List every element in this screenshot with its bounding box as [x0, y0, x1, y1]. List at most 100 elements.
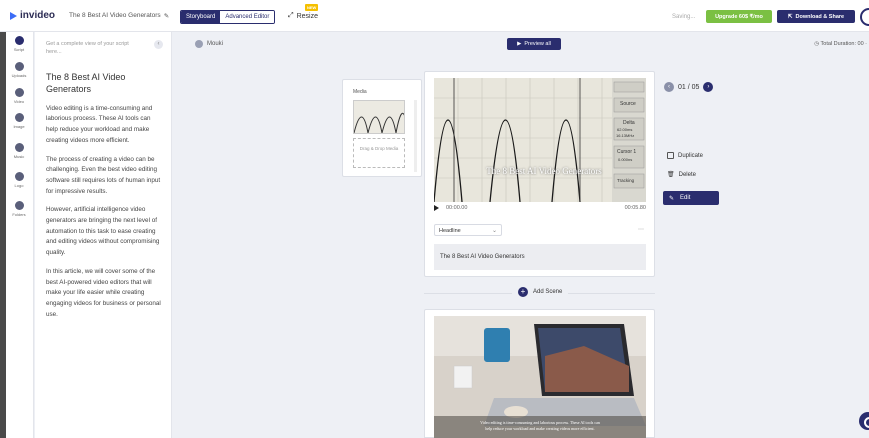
video-icon — [14, 88, 24, 97]
scope-cursor-label: Cursor 1 — [617, 149, 637, 155]
collapse-panel-icon[interactable]: ‹ — [154, 40, 163, 49]
time-total: 00:05.80 — [624, 205, 646, 211]
new-badge: NEW — [305, 4, 319, 11]
time-current: 00:00.00 — [446, 205, 468, 211]
script-icon — [14, 36, 24, 45]
scene-1-caption-field[interactable]: The 8 Best AI Video Generators — [434, 244, 646, 270]
add-scene-divider: + Add Scene — [424, 287, 655, 299]
prev-scene-icon[interactable]: ‹ — [664, 82, 674, 92]
storyboard-tab[interactable]: Storyboard — [181, 11, 221, 23]
chat-support-icon[interactable] — [859, 412, 869, 430]
rail-item-label: Folders — [12, 212, 26, 217]
scene-2-video[interactable]: Video editing is time-consuming and labo… — [434, 316, 646, 438]
download-share-button[interactable]: ⇱ Download & Share — [777, 10, 855, 23]
document-title-text: The 8 Best AI Video Generators — [69, 12, 161, 19]
rail-item-label: Logo — [14, 183, 24, 188]
script-title[interactable]: The 8 Best AI Video Generators — [46, 71, 156, 96]
upgrade-button[interactable]: Upgrade 60$ ₹/mo — [706, 10, 772, 23]
next-scene-icon[interactable]: › — [703, 82, 714, 92]
scene-1-video[interactable]: Source Delta 62.00ms 16.13MHz Cursor 1 0… — [434, 78, 646, 202]
text-style-value: Headline — [439, 228, 461, 234]
pencil-icon[interactable]: ✎ — [164, 12, 169, 20]
media-drop-zone[interactable]: Drag & Drop Media — [353, 138, 405, 168]
preview-all-label: Preview all — [524, 41, 551, 47]
chevron-down-icon: ⌄ — [491, 228, 497, 234]
total-duration: ◷ Total Duration: 00 · — [814, 41, 867, 47]
rail-item-uploads[interactable]: Uploads — [9, 62, 29, 78]
media-label: Media — [353, 89, 367, 95]
script-paragraph[interactable]: Video editing is a time-consuming and la… — [46, 104, 164, 147]
more-options-icon[interactable]: ⋯ — [638, 226, 644, 233]
scene-1-overlay-text: The 8 Best AI Video Generators — [486, 166, 602, 176]
scope-delta-label: Delta — [623, 120, 635, 126]
logo-icon — [14, 172, 24, 181]
scene-card-1[interactable]: Source Delta 62.00ms 16.13MHz Cursor 1 0… — [424, 71, 655, 277]
play-icon: ▶ — [517, 41, 522, 47]
total-duration-label: Total Duration: 00 · — [820, 41, 867, 47]
scene-counter: 01 / 05 — [678, 83, 700, 91]
upload-icon — [14, 62, 24, 71]
scene-media-panel: Media Drag & Drop Media — [342, 79, 422, 177]
image-icon — [14, 113, 24, 122]
scene-2-caption-line-1: Video editing is time-consuming and labo… — [480, 420, 600, 425]
music-icon — [14, 143, 24, 152]
resize-button[interactable]: ⤢ Resize — [288, 12, 318, 20]
script-hint: Get a complete view of your script here.… — [46, 41, 129, 56]
logo-text: invideo — [20, 10, 56, 21]
scene-2-caption-line-2: help reduce your workload and make creat… — [485, 426, 595, 431]
download-share-label: Download & Share — [795, 13, 845, 20]
editor-mode-toggle: Storyboard Advanced Editor — [180, 10, 276, 24]
script-paragraph[interactable]: In this article, we will cover some of t… — [46, 267, 164, 321]
edit-button[interactable]: ✎ Edit — [663, 191, 719, 205]
rail-item-image[interactable]: Image — [9, 113, 29, 129]
delete-button[interactable]: 🗑 Delete — [667, 171, 696, 179]
oscilloscope-image — [434, 78, 646, 202]
edit-icon: ✎ — [669, 195, 675, 202]
scope-delta-value-1: 62.00ms — [617, 127, 633, 132]
rail-item-video[interactable]: Video — [9, 88, 29, 104]
text-style-select[interactable]: Headline ⌄ — [434, 224, 502, 236]
rail-item-logo[interactable]: Logo — [9, 172, 29, 188]
rail-edge — [0, 32, 6, 438]
voice-icon — [195, 40, 203, 48]
scope-source-label: Source — [620, 101, 636, 107]
resize-label: Resize — [296, 12, 319, 20]
scope-delta-value-2: 16.13MHz — [616, 133, 635, 138]
rail-item-label: Script — [13, 47, 25, 52]
duplicate-icon — [667, 152, 674, 159]
folder-icon — [14, 201, 24, 210]
document-title[interactable]: The 8 Best AI Video Generators ✎ — [69, 12, 169, 20]
advanced-editor-tab[interactable]: Advanced Editor — [220, 11, 275, 23]
duplicate-button[interactable]: Duplicate — [667, 152, 703, 159]
share-icon: ⇱ — [787, 13, 793, 20]
media-thumbnail[interactable] — [353, 100, 405, 134]
voice-selector[interactable]: Mouki — [195, 40, 223, 48]
script-paragraph[interactable]: The process of creating a video can be c… — [46, 155, 164, 198]
scope-tracking-label: Tracking — [617, 178, 635, 183]
preview-all-button[interactable]: ▶ Preview all — [507, 38, 561, 50]
rail-item-label: Video — [13, 99, 25, 104]
app-logo[interactable]: invideo — [10, 10, 55, 21]
logo-play-icon — [10, 11, 17, 20]
scene-card-2[interactable]: Video editing is time-consuming and labo… — [424, 309, 655, 438]
add-scene-button[interactable]: + Add Scene — [512, 287, 569, 297]
rail-item-music[interactable]: Music — [9, 143, 29, 159]
rail-item-label: Uploads — [11, 73, 27, 78]
clock-icon: ◷ — [814, 41, 820, 47]
rail-item-script[interactable]: Script — [9, 36, 29, 52]
media-scrollbar[interactable] — [414, 100, 417, 172]
scene-1-player: 00:00.00 00:05.80 — [434, 204, 646, 214]
text-style-row: Headline ⌄ ⋯ — [434, 224, 646, 238]
script-paragraph[interactable]: However, artificial intelligence video g… — [46, 205, 164, 259]
rail-item-folders[interactable]: Folders — [9, 201, 29, 217]
duplicate-label: Duplicate — [678, 152, 704, 159]
saving-status: Saving... — [672, 14, 696, 20]
trash-icon: 🗑 — [667, 172, 675, 178]
resize-icon: ⤢ — [288, 12, 294, 19]
add-scene-label: Add Scene — [533, 289, 563, 295]
edit-label: Edit — [680, 195, 691, 201]
scope-cursor-value: 0.000ns — [618, 157, 633, 162]
rail-item-label: Music — [13, 154, 25, 159]
delete-label: Delete — [678, 171, 696, 178]
play-icon[interactable] — [434, 205, 439, 211]
